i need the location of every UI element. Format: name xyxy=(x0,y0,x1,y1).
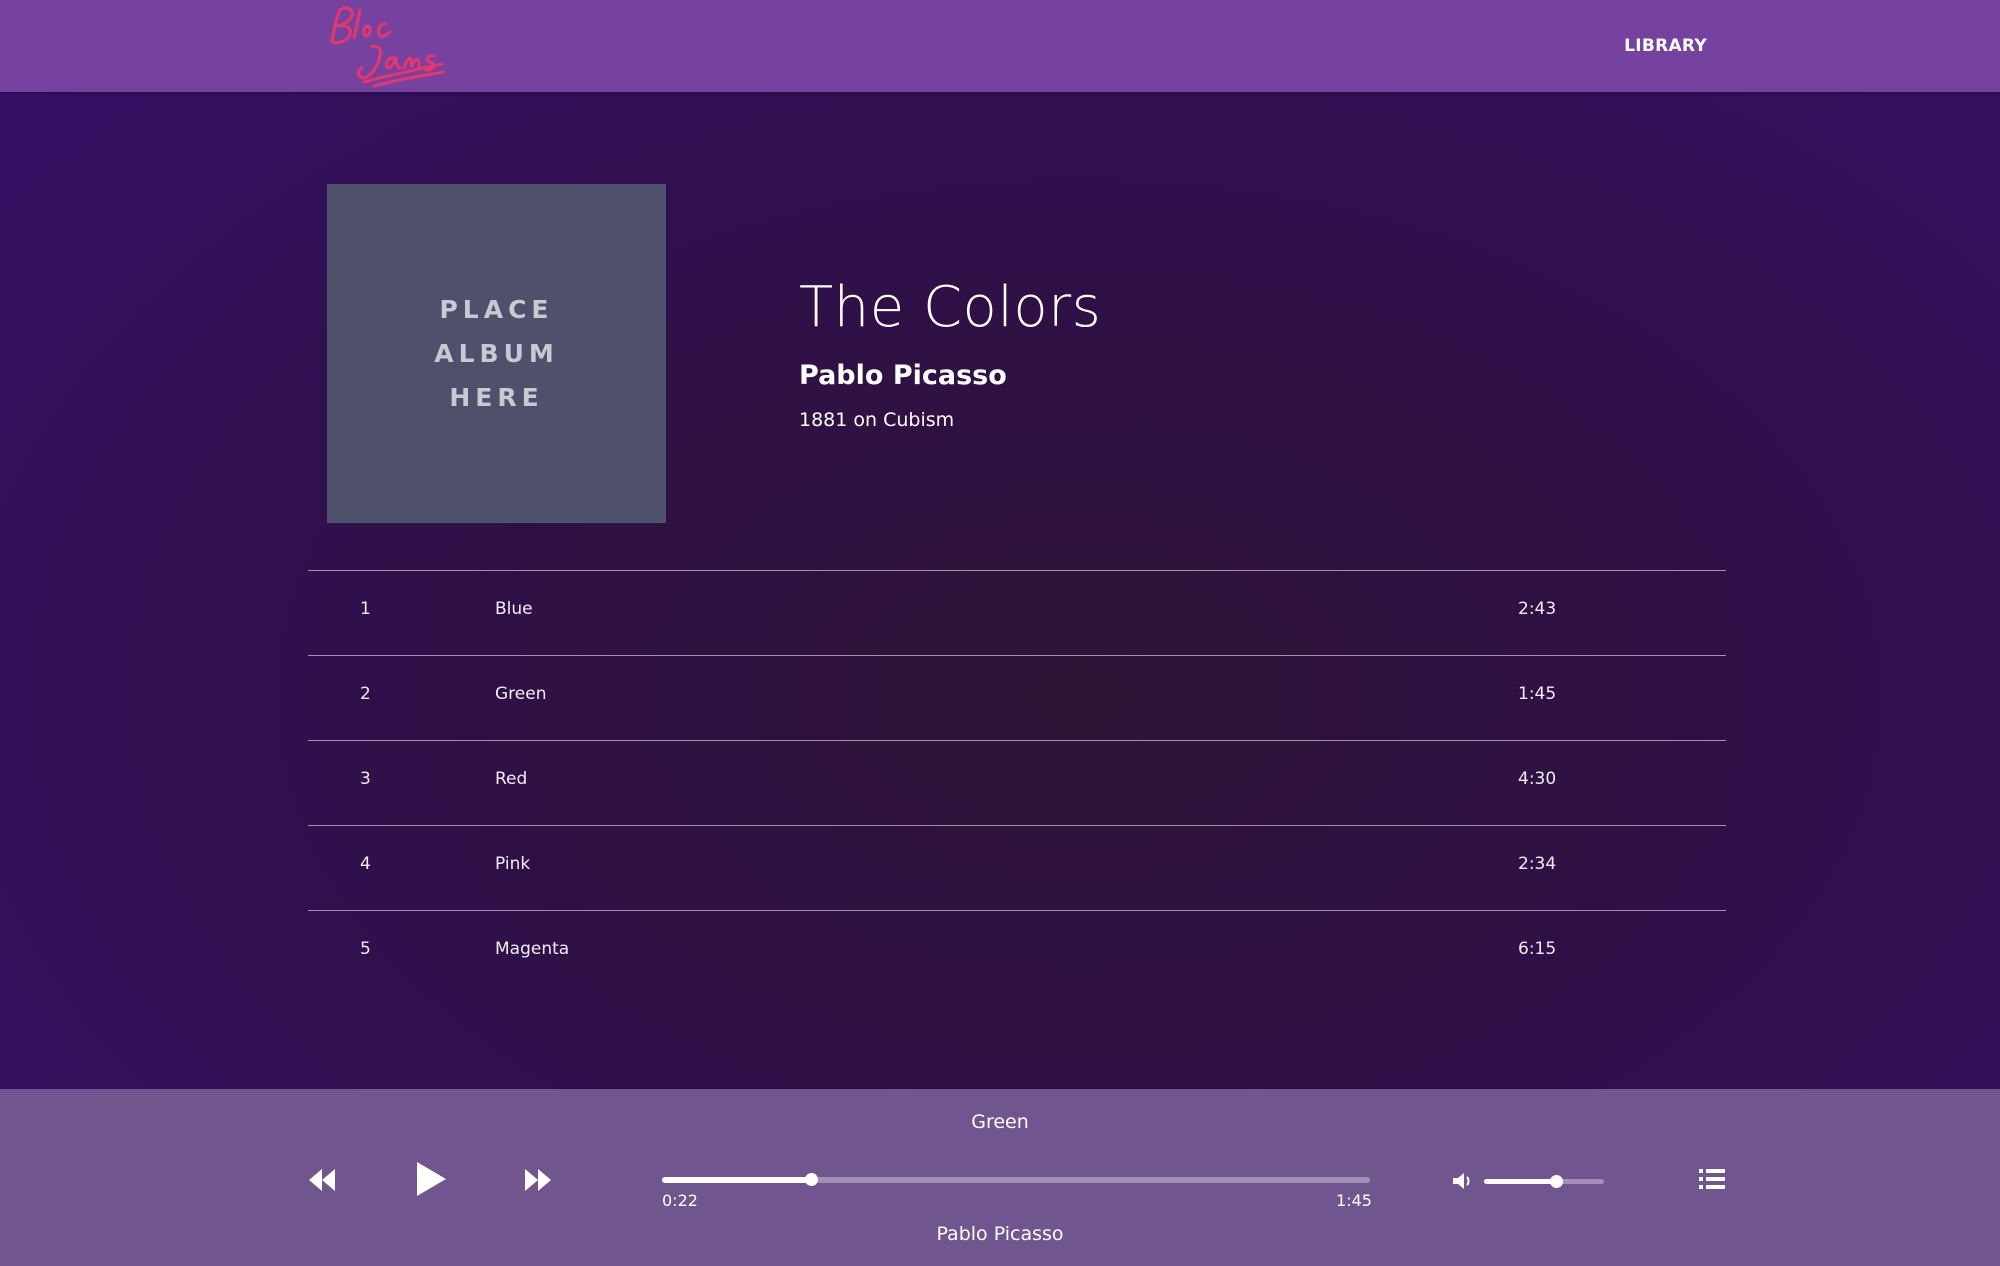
song-row[interactable]: 5 Magenta 6:15 xyxy=(308,910,1726,995)
song-duration: 4:30 xyxy=(1518,769,1557,789)
volume-icon[interactable] xyxy=(1453,1172,1473,1190)
now-playing-title: Green xyxy=(971,1111,1029,1133)
song-number[interactable]: 3 xyxy=(360,769,390,789)
rewind-icon[interactable] xyxy=(309,1169,335,1191)
song-list: 1 Blue 2:43 2 Green 1:45 3 Red 4:30 4 Pi… xyxy=(308,570,1726,995)
list-icon[interactable] xyxy=(1699,1168,1725,1190)
album-cover-placeholder: PLACE ALBUM HERE xyxy=(327,184,666,523)
song-number[interactable]: 5 xyxy=(360,939,390,959)
song-duration: 6:15 xyxy=(1518,939,1557,959)
seek-bar[interactable] xyxy=(662,1173,1370,1186)
album-release-info: 1881 on Cubism xyxy=(799,409,955,431)
song-number[interactable]: 4 xyxy=(360,854,390,874)
top-navbar: LIBRARY xyxy=(0,0,2000,92)
song-row[interactable]: 3 Red 4:30 xyxy=(308,740,1726,825)
bloc-jams-logo[interactable] xyxy=(324,2,450,88)
song-duration: 2:43 xyxy=(1518,599,1557,619)
library-link[interactable]: LIBRARY xyxy=(1624,36,1707,56)
fast-forward-icon[interactable] xyxy=(525,1169,551,1191)
album-cover-placeholder-text: PLACE ALBUM HERE xyxy=(434,294,559,412)
seek-bar-fill xyxy=(662,1177,811,1183)
volume-slider-thumb[interactable] xyxy=(1550,1175,1563,1188)
album-artist: Pablo Picasso xyxy=(799,360,1007,391)
current-time: 0:22 xyxy=(662,1191,698,1210)
song-title: Red xyxy=(495,769,528,789)
song-row[interactable]: 4 Pink 2:34 xyxy=(308,825,1726,910)
now-playing-artist: Pablo Picasso xyxy=(936,1223,1064,1245)
song-title: Blue xyxy=(495,599,533,619)
song-title: Pink xyxy=(495,854,531,874)
song-row[interactable]: 1 Blue 2:43 xyxy=(308,570,1726,655)
play-icon[interactable] xyxy=(415,1161,447,1197)
player-bar: Green 0:22 1:45 Pablo Picasso xyxy=(0,1089,2000,1266)
seek-bar-thumb[interactable] xyxy=(804,1173,818,1186)
volume-slider[interactable] xyxy=(1484,1175,1604,1188)
song-title: Magenta xyxy=(495,939,570,959)
song-title: Green xyxy=(495,684,547,704)
song-row[interactable]: 2 Green 1:45 xyxy=(308,655,1726,740)
song-number[interactable]: 2 xyxy=(360,684,390,704)
total-time: 1:45 xyxy=(1336,1191,1372,1210)
album-info: The Colors Pablo Picasso 1881 on Cubism xyxy=(799,268,1101,431)
volume-slider-fill xyxy=(1484,1179,1556,1184)
song-number[interactable]: 1 xyxy=(360,599,390,619)
logo-script-graphic xyxy=(330,6,446,88)
song-duration: 1:45 xyxy=(1518,684,1557,704)
album-title: The Colors xyxy=(799,275,1102,340)
song-duration: 2:34 xyxy=(1518,854,1557,874)
